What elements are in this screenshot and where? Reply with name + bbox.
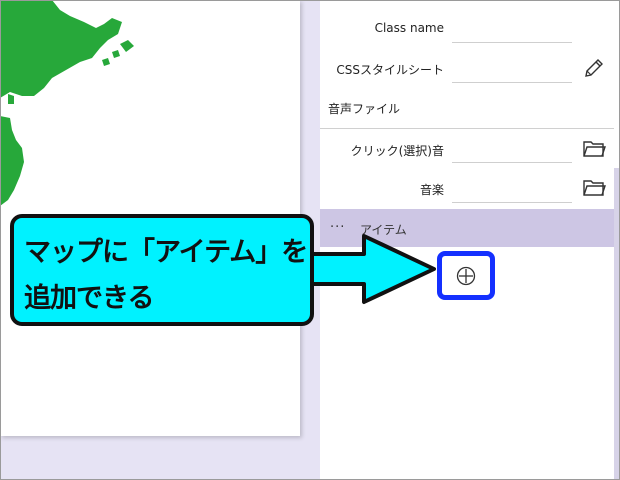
music-input[interactable] (452, 202, 572, 203)
music-label: 音楽 (419, 183, 444, 197)
click-sound-row: クリック(選択)音 (320, 128, 614, 168)
sound-section-title: 音声ファイル (328, 102, 401, 116)
plus-circle-icon (456, 266, 476, 286)
callout-arrow (300, 234, 436, 304)
music-row: 音楽 (320, 168, 614, 208)
pencil-icon[interactable] (582, 56, 606, 80)
callout-line-1: マップに「アイテム」を (24, 237, 308, 268)
callout-line-2: 追加できる (24, 283, 154, 314)
css-row: CSSスタイルシート (320, 48, 614, 88)
top-field-underline (452, 0, 572, 1)
click-sound-input[interactable] (452, 162, 572, 163)
class-name-input[interactable] (452, 42, 572, 43)
folder-icon[interactable] (582, 138, 606, 162)
add-item-button[interactable] (437, 251, 495, 300)
css-label: CSSスタイルシート (336, 63, 444, 77)
css-input[interactable] (452, 82, 572, 83)
click-sound-label: クリック(選択)音 (350, 144, 444, 158)
class-name-label: Class name (374, 21, 444, 35)
folder-icon[interactable] (582, 177, 606, 201)
annotation-callout: マップに「アイテム」を 追加できる (10, 214, 314, 326)
class-name-row: Class name (320, 8, 614, 48)
panel-scrollbar-thumb[interactable] (614, 168, 619, 480)
